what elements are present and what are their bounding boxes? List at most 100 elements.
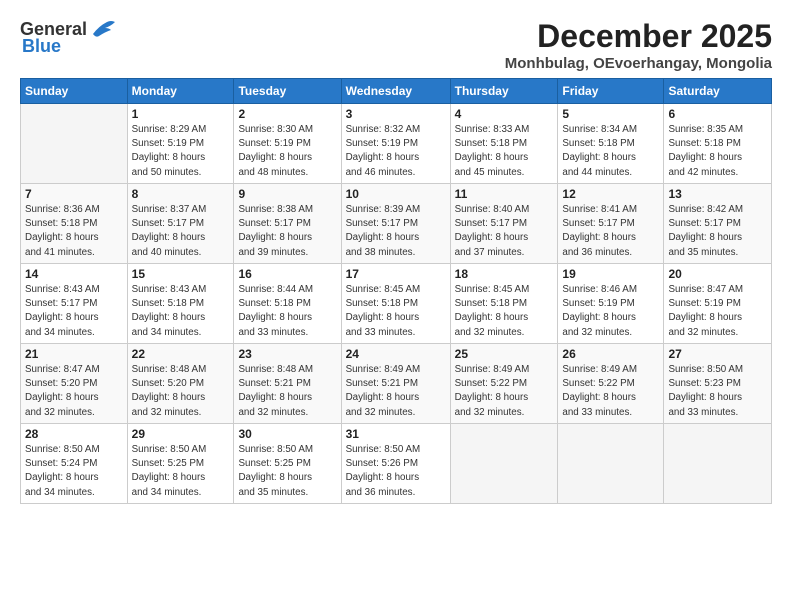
calendar-location: Monhbulag, OEvoerhangay, Mongolia	[505, 55, 772, 72]
day-info: Sunrise: 8:34 AM Sunset: 5:18 PM Dayligh…	[562, 123, 659, 180]
calendar-cell: 14 Sunrise: 8:43 AM Sunset: 5:17 PM Dayli…	[21, 264, 128, 344]
day-number: 2	[238, 107, 336, 121]
day-number: 15	[132, 267, 230, 281]
calendar-cell: 31 Sunrise: 8:50 AM Sunset: 5:26 PM Dayli…	[341, 424, 450, 504]
calendar-cell: 27 Sunrise: 8:50 AM Sunset: 5:23 PM Dayli…	[664, 344, 772, 424]
day-info: Sunrise: 8:43 AM Sunset: 5:18 PM Dayligh…	[132, 283, 230, 340]
calendar-header-row: Sunday Monday Tuesday Wednesday Thursday…	[21, 79, 772, 104]
day-number: 14	[25, 267, 123, 281]
logo-blue-text: Blue	[22, 36, 61, 57]
calendar-cell	[21, 104, 128, 184]
calendar-table: Sunday Monday Tuesday Wednesday Thursday…	[20, 78, 772, 504]
calendar-week-1: 1 Sunrise: 8:29 AM Sunset: 5:19 PM Daylig…	[21, 104, 772, 184]
calendar-cell: 18 Sunrise: 8:45 AM Sunset: 5:18 PM Dayli…	[450, 264, 558, 344]
day-number: 7	[25, 187, 123, 201]
day-info: Sunrise: 8:35 AM Sunset: 5:18 PM Dayligh…	[668, 123, 767, 180]
calendar-week-2: 7 Sunrise: 8:36 AM Sunset: 5:18 PM Daylig…	[21, 184, 772, 264]
day-info: Sunrise: 8:33 AM Sunset: 5:18 PM Dayligh…	[455, 123, 554, 180]
calendar-cell: 2Sunrise: 8:30 AM Sunset: 5:19 PM Daylig…	[234, 104, 341, 184]
calendar-cell: 13 Sunrise: 8:42 AM Sunset: 5:17 PM Dayli…	[664, 184, 772, 264]
day-info: Sunrise: 8:49 AM Sunset: 5:22 PM Dayligh…	[562, 363, 659, 420]
day-info: Sunrise: 8:36 AM Sunset: 5:18 PM Dayligh…	[25, 203, 123, 260]
calendar-cell: 12 Sunrise: 8:41 AM Sunset: 5:17 PM Dayli…	[558, 184, 664, 264]
day-number: 22	[132, 347, 230, 361]
calendar-cell: 6 Sunrise: 8:35 AM Sunset: 5:18 PM Daylig…	[664, 104, 772, 184]
day-number: 13	[668, 187, 767, 201]
day-number: 11	[455, 187, 554, 201]
calendar-cell: 4Sunrise: 8:33 AM Sunset: 5:18 PM Daylig…	[450, 104, 558, 184]
day-number: 6	[668, 107, 767, 121]
day-info: Sunrise: 8:45 AM Sunset: 5:18 PM Dayligh…	[346, 283, 446, 340]
calendar-week-4: 21 Sunrise: 8:47 AM Sunset: 5:20 PM Dayli…	[21, 344, 772, 424]
calendar-cell: 1 Sunrise: 8:29 AM Sunset: 5:19 PM Daylig…	[127, 104, 234, 184]
calendar-cell: 29Sunrise: 8:50 AM Sunset: 5:25 PM Dayli…	[127, 424, 234, 504]
day-info: Sunrise: 8:40 AM Sunset: 5:17 PM Dayligh…	[455, 203, 554, 260]
calendar-cell: 15 Sunrise: 8:43 AM Sunset: 5:18 PM Dayli…	[127, 264, 234, 344]
day-info: Sunrise: 8:49 AM Sunset: 5:21 PM Dayligh…	[346, 363, 446, 420]
calendar-cell: 30Sunrise: 8:50 AM Sunset: 5:25 PM Dayli…	[234, 424, 341, 504]
day-number: 1	[132, 107, 230, 121]
day-number: 8	[132, 187, 230, 201]
day-info: Sunrise: 8:49 AM Sunset: 5:22 PM Dayligh…	[455, 363, 554, 420]
calendar-cell: 28Sunrise: 8:50 AM Sunset: 5:24 PM Dayli…	[21, 424, 128, 504]
header-friday: Friday	[558, 79, 664, 104]
day-info: Sunrise: 8:39 AM Sunset: 5:17 PM Dayligh…	[346, 203, 446, 260]
header-tuesday: Tuesday	[234, 79, 341, 104]
day-info: Sunrise: 8:48 AM Sunset: 5:20 PM Dayligh…	[132, 363, 230, 420]
day-info: Sunrise: 8:29 AM Sunset: 5:19 PM Dayligh…	[132, 123, 230, 180]
header-sunday: Sunday	[21, 79, 128, 104]
day-number: 30	[238, 427, 336, 441]
day-number: 31	[346, 427, 446, 441]
calendar-cell: 10 Sunrise: 8:39 AM Sunset: 5:17 PM Dayli…	[341, 184, 450, 264]
day-number: 16	[238, 267, 336, 281]
calendar-week-3: 14 Sunrise: 8:43 AM Sunset: 5:17 PM Dayli…	[21, 264, 772, 344]
day-info: Sunrise: 8:38 AM Sunset: 5:17 PM Dayligh…	[238, 203, 336, 260]
day-number: 20	[668, 267, 767, 281]
day-number: 19	[562, 267, 659, 281]
day-number: 24	[346, 347, 446, 361]
day-info: Sunrise: 8:48 AM Sunset: 5:21 PM Dayligh…	[238, 363, 336, 420]
logo-bird-icon	[89, 18, 117, 40]
calendar-cell: 19 Sunrise: 8:46 AM Sunset: 5:19 PM Dayli…	[558, 264, 664, 344]
calendar-cell: 24 Sunrise: 8:49 AM Sunset: 5:21 PM Dayli…	[341, 344, 450, 424]
day-info: Sunrise: 8:50 AM Sunset: 5:25 PM Dayligh…	[132, 443, 230, 500]
calendar-cell: 3Sunrise: 8:32 AM Sunset: 5:19 PM Daylig…	[341, 104, 450, 184]
day-info: Sunrise: 8:47 AM Sunset: 5:19 PM Dayligh…	[668, 283, 767, 340]
day-info: Sunrise: 8:41 AM Sunset: 5:17 PM Dayligh…	[562, 203, 659, 260]
day-number: 5	[562, 107, 659, 121]
day-info: Sunrise: 8:50 AM Sunset: 5:23 PM Dayligh…	[668, 363, 767, 420]
day-number: 10	[346, 187, 446, 201]
calendar-cell: 17 Sunrise: 8:45 AM Sunset: 5:18 PM Dayli…	[341, 264, 450, 344]
calendar-cell: 9Sunrise: 8:38 AM Sunset: 5:17 PM Daylig…	[234, 184, 341, 264]
day-number: 18	[455, 267, 554, 281]
calendar-cell: 11 Sunrise: 8:40 AM Sunset: 5:17 PM Dayli…	[450, 184, 558, 264]
day-number: 27	[668, 347, 767, 361]
day-info: Sunrise: 8:43 AM Sunset: 5:17 PM Dayligh…	[25, 283, 123, 340]
day-number: 26	[562, 347, 659, 361]
logo: General Blue	[20, 18, 117, 57]
day-info: Sunrise: 8:37 AM Sunset: 5:17 PM Dayligh…	[132, 203, 230, 260]
calendar-cell: 25 Sunrise: 8:49 AM Sunset: 5:22 PM Dayli…	[450, 344, 558, 424]
day-info: Sunrise: 8:44 AM Sunset: 5:18 PM Dayligh…	[238, 283, 336, 340]
day-info: Sunrise: 8:42 AM Sunset: 5:17 PM Dayligh…	[668, 203, 767, 260]
day-number: 25	[455, 347, 554, 361]
day-info: Sunrise: 8:50 AM Sunset: 5:26 PM Dayligh…	[346, 443, 446, 500]
day-info: Sunrise: 8:45 AM Sunset: 5:18 PM Dayligh…	[455, 283, 554, 340]
calendar-cell: 23Sunrise: 8:48 AM Sunset: 5:21 PM Dayli…	[234, 344, 341, 424]
header-wednesday: Wednesday	[341, 79, 450, 104]
calendar-cell: 8 Sunrise: 8:37 AM Sunset: 5:17 PM Daylig…	[127, 184, 234, 264]
day-number: 17	[346, 267, 446, 281]
day-number: 21	[25, 347, 123, 361]
calendar-cell: 22 Sunrise: 8:48 AM Sunset: 5:20 PM Dayli…	[127, 344, 234, 424]
calendar-week-5: 28Sunrise: 8:50 AM Sunset: 5:24 PM Dayli…	[21, 424, 772, 504]
calendar-cell: 5 Sunrise: 8:34 AM Sunset: 5:18 PM Daylig…	[558, 104, 664, 184]
calendar-cell	[558, 424, 664, 504]
header-saturday: Saturday	[664, 79, 772, 104]
day-info: Sunrise: 8:46 AM Sunset: 5:19 PM Dayligh…	[562, 283, 659, 340]
page-header: General Blue December 2025 Monhbulag, OE…	[20, 18, 772, 72]
day-number: 28	[25, 427, 123, 441]
calendar-cell: 20 Sunrise: 8:47 AM Sunset: 5:19 PM Dayli…	[664, 264, 772, 344]
day-number: 12	[562, 187, 659, 201]
calendar-title: December 2025	[505, 18, 772, 55]
day-info: Sunrise: 8:47 AM Sunset: 5:20 PM Dayligh…	[25, 363, 123, 420]
